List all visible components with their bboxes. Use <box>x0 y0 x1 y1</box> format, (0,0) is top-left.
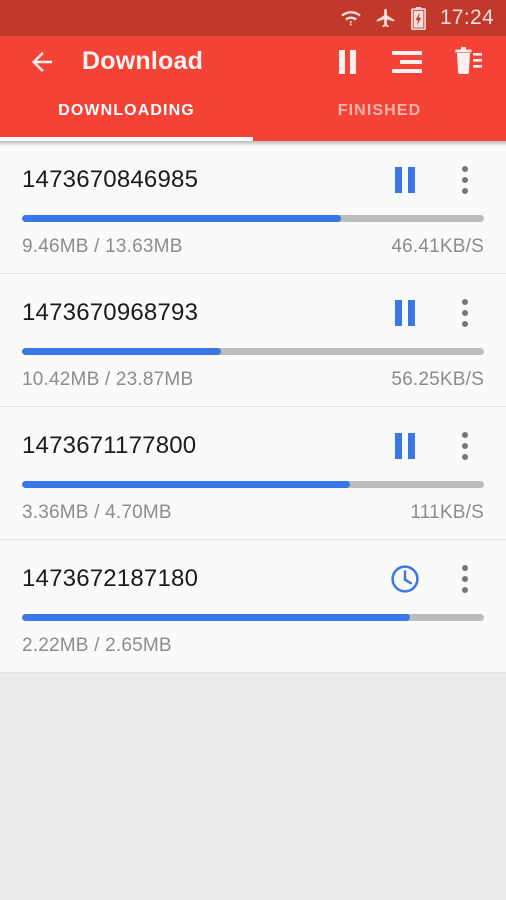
overflow-menu-button[interactable] <box>448 562 482 596</box>
download-size: 2.22MB / 2.65MB <box>22 634 172 656</box>
table-row[interactable]: 1473670846985 9.46MB / 13.63MB 46.41KB/S <box>0 141 506 274</box>
sort-button[interactable] <box>390 45 424 79</box>
download-size: 3.36MB / 4.70MB <box>22 501 172 523</box>
clock-icon <box>391 564 419 593</box>
pause-icon <box>395 299 415 326</box>
download-speed: 46.41KB/S <box>391 235 484 257</box>
pending-button[interactable] <box>388 562 422 596</box>
pause-button[interactable] <box>388 429 422 463</box>
overflow-menu-button[interactable] <box>448 429 482 463</box>
download-speed: 56.25KB/S <box>391 368 484 390</box>
overflow-menu-button[interactable] <box>448 296 482 330</box>
tab-downloading[interactable]: DOWNLOADING <box>0 87 253 141</box>
download-size: 10.42MB / 23.87MB <box>22 368 194 390</box>
download-name: 1473670846985 <box>22 165 199 193</box>
download-name: 1473672187180 <box>22 564 199 592</box>
pause-icon <box>395 166 415 193</box>
sort-lines-icon <box>392 50 422 73</box>
status-bar-clock: 17:24 <box>439 6 494 29</box>
download-controls <box>388 163 484 197</box>
pause-all-button[interactable] <box>330 45 364 79</box>
download-name: 1473671177800 <box>22 431 197 459</box>
tab-active-indicator <box>0 137 253 141</box>
pause-button[interactable] <box>388 163 422 197</box>
more-vert-icon <box>462 564 468 593</box>
app-bar: Download DOWNLOADING FINISHED <box>0 36 506 141</box>
download-meta: 10.42MB / 23.87MB 56.25KB/S <box>22 369 484 391</box>
table-row[interactable]: 1473671177800 3.36MB / 4.70MB 111KB/S <box>0 407 506 540</box>
download-header: 1473672187180 <box>22 556 484 602</box>
progress-bar-fill <box>22 214 341 222</box>
download-header: 1473671177800 <box>22 423 484 469</box>
more-vert-icon <box>462 431 468 460</box>
download-name: 1473670968793 <box>22 298 199 326</box>
progress-bar <box>22 480 484 488</box>
progress-bar <box>22 347 484 355</box>
progress-bar <box>22 613 484 621</box>
tab-finished-label: FINISHED <box>337 102 422 119</box>
download-header: 1473670846985 <box>22 157 484 203</box>
progress-bar-fill <box>22 613 411 621</box>
download-meta: 2.22MB / 2.65MB <box>22 635 484 657</box>
status-bar: 17:24 <box>0 0 506 36</box>
download-header: 1473670968793 <box>22 290 484 336</box>
overflow-menu-button[interactable] <box>448 163 482 197</box>
download-speed: 111KB/S <box>410 501 484 523</box>
progress-bar-fill <box>22 347 221 355</box>
download-controls <box>388 296 484 330</box>
airplane-mode-icon <box>375 7 397 29</box>
pause-icon <box>338 49 356 74</box>
download-meta: 9.46MB / 13.63MB 46.41KB/S <box>22 236 484 258</box>
download-list: 1473670846985 9.46MB / 13.63MB 46.41KB/S <box>0 141 506 673</box>
battery-charging-icon <box>410 6 427 30</box>
progress-bar-fill <box>22 480 351 488</box>
wifi-data-icon <box>340 7 362 29</box>
progress-bar <box>22 214 484 222</box>
download-size: 9.46MB / 13.63MB <box>22 235 183 257</box>
download-meta: 3.36MB / 4.70MB 111KB/S <box>22 502 484 524</box>
tab-finished[interactable]: FINISHED <box>253 87 506 141</box>
page-title: Download <box>82 47 204 75</box>
download-controls <box>388 562 484 596</box>
more-vert-icon <box>462 298 468 327</box>
table-row[interactable]: 1473670968793 10.42MB / 23.87MB 56.25KB/… <box>0 274 506 407</box>
table-row[interactable]: 1473672187180 2.22MB / 2.65MB <box>0 540 506 673</box>
pause-icon <box>395 432 415 459</box>
app-bar-top-row: Download <box>0 36 506 87</box>
more-vert-icon <box>462 165 468 194</box>
app-bar-shadow <box>0 141 506 146</box>
tab-bar: DOWNLOADING FINISHED <box>0 87 506 141</box>
trash-delete-icon <box>455 46 482 74</box>
back-button[interactable] <box>22 42 62 82</box>
download-controls <box>388 429 484 463</box>
app-bar-actions <box>330 45 490 79</box>
pause-button[interactable] <box>388 296 422 330</box>
tab-downloading-label: DOWNLOADING <box>58 102 195 119</box>
delete-all-button[interactable] <box>450 45 484 79</box>
app-screen: 17:24 Download DOWNLOADING FINISHED 1473… <box>0 0 506 900</box>
